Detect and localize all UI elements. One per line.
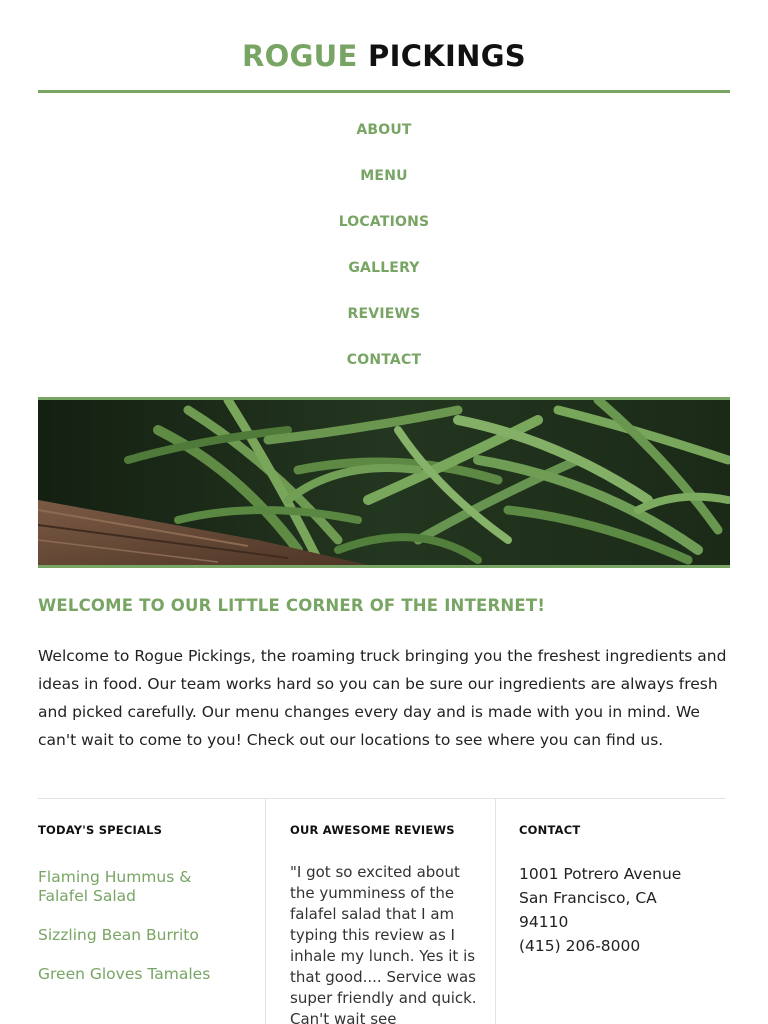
nav-item-locations[interactable]: LOCATIONS xyxy=(0,204,768,250)
logo-word-pickings: PICKINGS xyxy=(368,39,526,73)
contact-street: 1001 Potrero Avenue xyxy=(519,865,682,883)
site-logo[interactable]: ROGUE PICKINGS xyxy=(0,36,768,76)
contact-zip: 94110 xyxy=(519,913,569,931)
contact-address: 1001 Potrero Avenue San Francisco, CA 94… xyxy=(519,862,727,958)
contact-column: CONTACT 1001 Potrero Avenue San Francisc… xyxy=(497,799,727,1024)
special-item-hummus[interactable]: Flaming Hummus & Falafel Salad xyxy=(38,868,238,906)
contact-heading: CONTACT xyxy=(519,823,581,837)
review-text: "I got so excited about the yumminess of… xyxy=(290,863,477,1024)
special-item-tamales[interactable]: Green Gloves Tamales xyxy=(38,965,238,984)
welcome-body: Welcome to Rogue Pickings, the roaming t… xyxy=(38,647,727,749)
hero-image xyxy=(38,397,730,568)
nav-item-gallery[interactable]: GALLERY xyxy=(0,250,768,296)
special-item-burrito[interactable]: Sizzling Bean Burrito xyxy=(38,926,238,945)
nav-item-about[interactable]: ABOUT xyxy=(0,112,768,158)
header-divider xyxy=(38,90,730,93)
main-nav: ABOUT MENU LOCATIONS GALLERY REVIEWS CON… xyxy=(0,112,768,388)
reviews-column: OUR AWESOME REVIEWS "I got so excited ab… xyxy=(267,799,496,1024)
green-beans-image xyxy=(38,400,730,565)
reviews-heading: OUR AWESOME REVIEWS xyxy=(290,823,455,837)
contact-phone[interactable]: (415) 206-8000 xyxy=(519,934,727,958)
logo-word-rogue: ROGUE xyxy=(241,39,358,73)
specials-list: Flaming Hummus & Falafel Salad Sizzling … xyxy=(38,868,265,984)
specials-column: TODAY'S SPECIALS Flaming Hummus & Falafe… xyxy=(38,799,266,1024)
contact-city: San Francisco, CA xyxy=(519,889,657,907)
nav-item-contact[interactable]: CONTACT xyxy=(0,342,768,388)
welcome-title: WELCOME TO OUR LITTLE CORNER OF THE INTE… xyxy=(38,596,546,615)
nav-item-menu[interactable]: MENU xyxy=(0,158,768,204)
specials-heading: TODAY'S SPECIALS xyxy=(38,823,163,837)
nav-item-reviews[interactable]: REVIEWS xyxy=(0,296,768,342)
page: ROGUE PICKINGS ABOUT MENU LOCATIONS GALL… xyxy=(0,0,768,1024)
